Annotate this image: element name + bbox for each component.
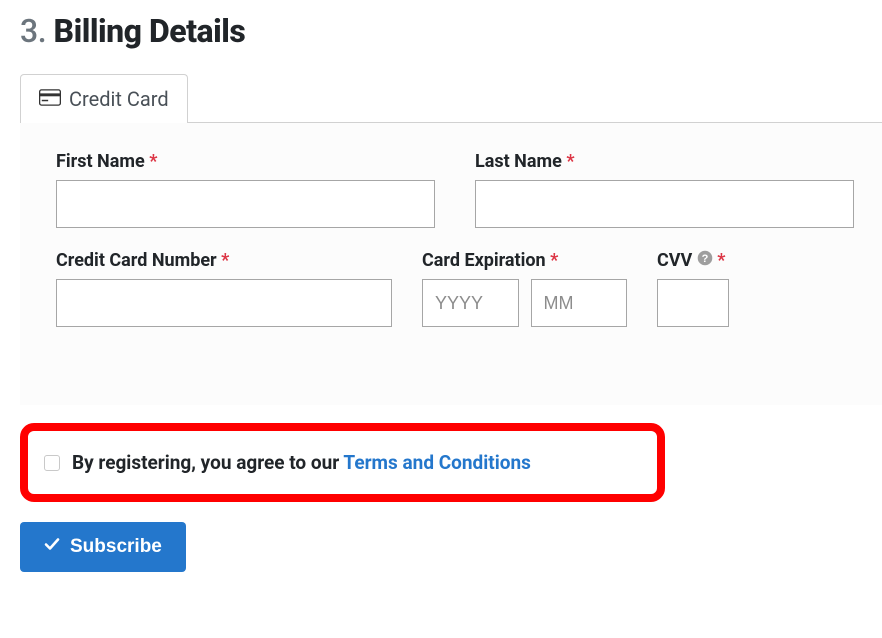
cc-number-label: Credit Card Number * xyxy=(56,250,392,271)
billing-panel: First Name * Last Name * Credit Card Num… xyxy=(20,122,882,405)
required-marker: * xyxy=(566,151,574,172)
cvv-field[interactable] xyxy=(657,279,729,327)
step-number: 3. xyxy=(20,12,46,50)
card-exp-month-field[interactable] xyxy=(531,279,628,327)
credit-card-icon xyxy=(39,89,61,110)
terms-checkbox[interactable] xyxy=(44,455,60,471)
last-name-field[interactable] xyxy=(475,180,854,228)
terms-highlight-box: By registering, you agree to our Terms a… xyxy=(20,423,665,502)
cvv-label: CVV ? * xyxy=(657,250,777,271)
section-title-text: Billing Details xyxy=(54,12,246,50)
tab-credit-card[interactable]: Credit Card xyxy=(20,74,188,123)
subscribe-label: Subscribe xyxy=(70,536,162,558)
section-title: 3. Billing Details xyxy=(20,12,882,50)
terms-link[interactable]: Terms and Conditions xyxy=(343,451,530,474)
required-marker: * xyxy=(550,250,558,271)
tab-label: Credit Card xyxy=(69,87,169,111)
required-marker: * xyxy=(149,151,157,172)
check-icon xyxy=(44,536,60,558)
required-marker: * xyxy=(717,250,725,271)
last-name-label: Last Name * xyxy=(475,151,854,172)
svg-text:?: ? xyxy=(701,253,708,265)
question-circle-icon[interactable]: ? xyxy=(697,250,713,266)
first-name-label: First Name * xyxy=(56,151,435,172)
subscribe-button[interactable]: Subscribe xyxy=(20,522,186,572)
required-marker: * xyxy=(221,250,229,271)
card-exp-year-field[interactable] xyxy=(422,279,519,327)
cc-number-field[interactable] xyxy=(56,279,392,327)
first-name-field[interactable] xyxy=(56,180,435,228)
terms-text: By registering, you agree to our Terms a… xyxy=(72,451,531,474)
card-expiration-label: Card Expiration * xyxy=(422,250,627,271)
